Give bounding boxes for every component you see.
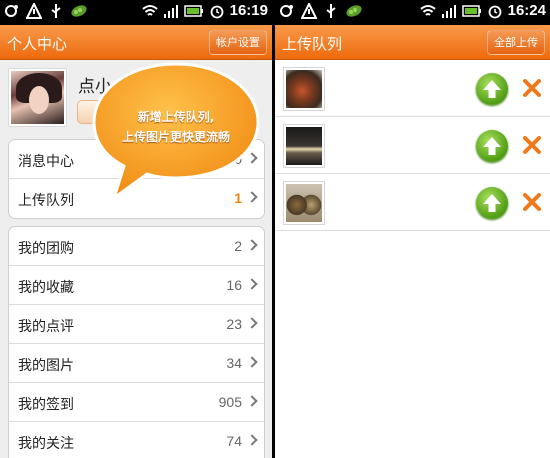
signal-icon xyxy=(441,4,456,18)
upload-button[interactable] xyxy=(476,130,508,162)
battery-icon xyxy=(183,4,203,17)
title-bar: 个人中心 帐户设置 xyxy=(0,25,272,60)
menu-row-following[interactable]: 我的关注 74 xyxy=(9,422,264,458)
warning-icon xyxy=(301,3,317,19)
upload-button[interactable] xyxy=(476,73,508,105)
profile-center-screen: 16:19 个人中心 帐户设置 点小 消息中心 0 上传队列 1 我的团购 2 xyxy=(0,0,272,458)
chevron-right-icon xyxy=(246,356,258,368)
upload-queue-screen: 16:24 上传队列 全部上传 xyxy=(275,0,550,458)
queue-item xyxy=(275,60,550,117)
menu-row-favorites[interactable]: 我的收藏 16 xyxy=(9,266,264,305)
wifi-icon xyxy=(141,4,158,16)
page-title: 上传队列 xyxy=(282,35,343,53)
row-count: 34 xyxy=(226,355,242,371)
chevron-right-icon xyxy=(246,395,258,407)
menu-row-checkins[interactable]: 我的签到 905 xyxy=(9,383,264,422)
clock: 16:19 xyxy=(229,2,268,19)
chevron-right-icon xyxy=(246,434,258,446)
notification-icon xyxy=(5,5,18,17)
photo-thumbnail[interactable] xyxy=(283,124,325,168)
menu-row-reviews[interactable]: 我的点评 23 xyxy=(9,305,264,344)
pea-pod-icon xyxy=(71,5,87,17)
row-label: 我的签到 xyxy=(18,397,74,413)
arrow-up-icon xyxy=(483,80,501,98)
alarm-icon xyxy=(488,5,502,18)
usb-icon xyxy=(51,4,61,18)
upload-button[interactable] xyxy=(476,187,508,219)
account-settings-button[interactable]: 帐户设置 xyxy=(209,30,267,55)
row-count: 74 xyxy=(226,433,242,449)
upload-all-button[interactable]: 全部上传 xyxy=(487,30,545,55)
row-label: 我的点评 xyxy=(18,319,74,335)
row-count: 23 xyxy=(226,316,242,332)
new-feature-speech-bubble: 新增上传队列, 上传图片更快更流畅 xyxy=(88,58,264,203)
row-label: 我的图片 xyxy=(18,358,74,374)
row-count: 16 xyxy=(226,277,242,293)
row-label: 我的团购 xyxy=(18,241,74,257)
arrow-up-icon xyxy=(483,137,501,155)
my-content-group: 我的团购 2 我的收藏 16 我的点评 23 我的图片 34 我的签到 905 … xyxy=(8,226,265,458)
close-icon xyxy=(523,136,541,154)
photo-thumbnail[interactable] xyxy=(283,181,325,225)
signal-icon xyxy=(163,4,178,18)
close-icon xyxy=(523,79,541,97)
row-label: 上传队列 xyxy=(18,193,74,209)
menu-row-photos[interactable]: 我的图片 34 xyxy=(9,344,264,383)
arrow-up-icon xyxy=(483,194,501,212)
row-count: 905 xyxy=(218,394,242,410)
bubble-line-2: 上传图片更快更流畅 xyxy=(121,130,230,144)
row-label: 消息中心 xyxy=(18,154,74,170)
notification-icon xyxy=(280,5,293,17)
row-count: 2 xyxy=(234,238,242,254)
queue-item xyxy=(275,117,550,174)
battery-icon xyxy=(461,4,481,17)
remove-button[interactable] xyxy=(520,76,544,100)
status-bar: 16:24 xyxy=(275,0,550,25)
bubble-line-1: 新增上传队列, xyxy=(137,110,215,124)
queue-item xyxy=(275,174,550,231)
row-label: 我的关注 xyxy=(18,436,74,452)
usb-icon xyxy=(326,4,336,18)
close-icon xyxy=(523,193,541,211)
row-label: 我的收藏 xyxy=(18,280,74,296)
chevron-right-icon xyxy=(246,278,258,290)
avatar[interactable] xyxy=(9,69,66,126)
upload-queue-list xyxy=(275,60,550,231)
chevron-right-icon xyxy=(246,317,258,329)
title-bar: 上传队列 全部上传 xyxy=(275,25,550,60)
pea-pod-icon xyxy=(346,5,362,17)
page-title: 个人中心 xyxy=(7,35,68,53)
clock: 16:24 xyxy=(507,2,546,19)
remove-button[interactable] xyxy=(520,133,544,157)
remove-button[interactable] xyxy=(520,190,544,214)
wifi-icon xyxy=(419,4,436,16)
menu-row-groupbuy[interactable]: 我的团购 2 xyxy=(9,227,264,266)
status-bar: 16:19 xyxy=(0,0,272,25)
photo-thumbnail[interactable] xyxy=(283,67,325,111)
warning-icon xyxy=(26,3,42,19)
alarm-icon xyxy=(210,5,224,18)
chevron-right-icon xyxy=(246,239,258,251)
